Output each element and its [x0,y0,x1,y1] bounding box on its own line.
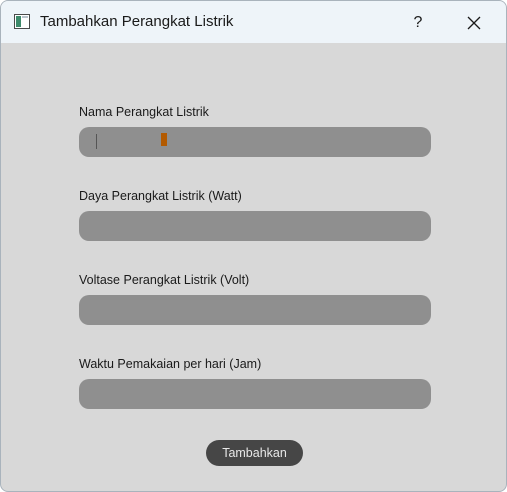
add-device-button[interactable]: Tambahkan [206,440,303,466]
help-button[interactable]: ? [401,9,435,37]
usage-time-input[interactable] [79,379,431,409]
close-icon [467,16,481,30]
device-name-label: Nama Perangkat Listrik [79,105,209,119]
device-power-label: Daya Perangkat Listrik (Watt) [79,189,242,203]
text-caret [96,134,97,149]
device-power-input[interactable] [79,211,431,241]
mouse-cursor-marker [161,133,167,146]
device-name-input[interactable] [79,127,431,157]
window-title: Tambahkan Perangkat Listrik [40,13,234,30]
window-app-icon [14,14,30,29]
device-voltage-input[interactable] [79,295,431,325]
dialog-window: Tambahkan Perangkat Listrik ? Nama Peran… [0,0,507,492]
device-voltage-label: Voltase Perangkat Listrik (Volt) [79,273,250,287]
close-button[interactable] [457,9,491,37]
usage-time-label: Waktu Pemakaian per hari (Jam) [79,357,262,371]
title-bar[interactable]: Tambahkan Perangkat Listrik ? [1,1,506,43]
